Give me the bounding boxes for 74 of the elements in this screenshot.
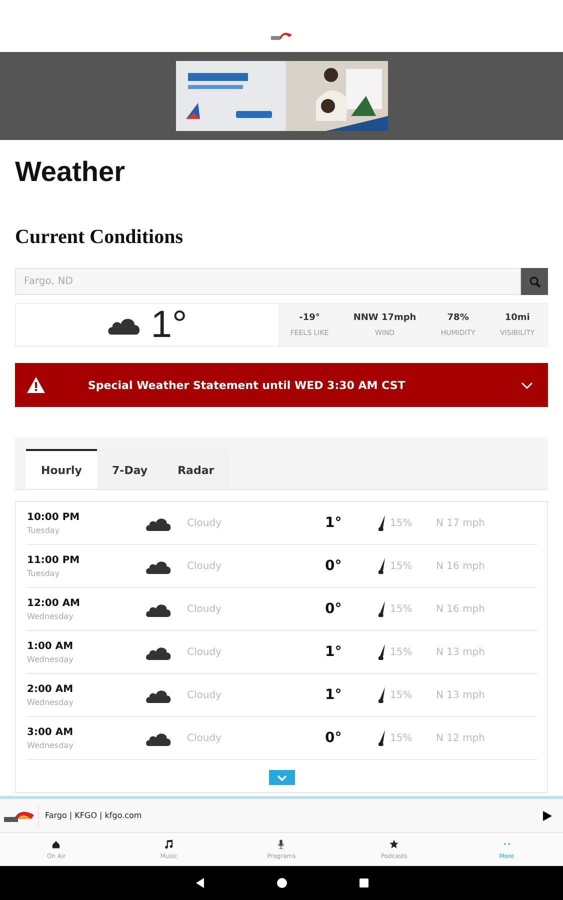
wind-text: N 12 mph <box>436 732 485 744</box>
page-title: Weather <box>15 156 126 189</box>
home-icon[interactable] <box>276 877 288 889</box>
stat-value: 10mi <box>504 313 530 323</box>
raindrop-icon <box>377 687 386 703</box>
raindrop-icon <box>377 601 386 617</box>
hour-time: 3:00 AM <box>27 726 74 738</box>
show-more-button[interactable] <box>269 770 295 785</box>
hour-temperature: 0° <box>325 730 343 746</box>
hour-time: 2:00 AM <box>27 684 74 694</box>
chevron-down-icon[interactable] <box>520 380 534 390</box>
home-icon <box>51 839 62 849</box>
precipitation-chance: 15% <box>390 732 414 744</box>
wind-text: N 16 mph <box>436 604 485 614</box>
stat-value: 78% <box>447 313 469 323</box>
cloud-icon <box>145 602 172 616</box>
cloud-icon <box>145 558 172 574</box>
star-icon <box>389 839 400 849</box>
play-button[interactable] <box>541 810 553 822</box>
hour-day: Wednesday <box>27 654 145 664</box>
wind-text: N 17 mph <box>436 518 485 528</box>
hour-day: Wednesday <box>27 740 145 750</box>
hour-temperature: 1° <box>325 687 343 703</box>
hour-temperature: 1° <box>325 644 343 660</box>
back-icon[interactable] <box>194 877 206 889</box>
station-name: Fargo | KFGO | kfgo.com <box>45 811 143 820</box>
condition-text: Cloudy <box>187 518 222 528</box>
hour-time: 1:00 AM <box>27 640 74 652</box>
hour-time: 11:00 PM <box>27 554 81 566</box>
raindrop-icon <box>377 558 386 574</box>
stat-value: NNW 17mph <box>353 313 416 323</box>
forecast-tab[interactable]: Hourly <box>26 449 97 489</box>
cloud-icon <box>145 644 172 660</box>
wind-text: N 13 mph <box>436 690 485 700</box>
search-button[interactable] <box>521 268 548 295</box>
precipitation-chance: 15% <box>390 604 414 614</box>
stat-value: -19° <box>299 313 320 323</box>
hour-temperature: 0° <box>325 601 343 617</box>
raindrop-icon <box>377 730 386 746</box>
location-search-field[interactable]: Fargo, ND <box>15 268 521 295</box>
current-temperature: 1° <box>150 304 188 346</box>
precipitation-chance: 15% <box>390 518 414 528</box>
cloud-icon <box>145 688 172 702</box>
hour-day: Tuesday <box>27 526 145 534</box>
condition-text: Cloudy <box>187 646 222 658</box>
condition-text: Cloudy <box>187 560 222 572</box>
hour-time: 10:00 PM <box>27 512 81 522</box>
raindrop-icon <box>377 515 386 531</box>
hour-time: 12:00 AM <box>27 598 82 608</box>
wind-text: N 16 mph <box>436 560 485 572</box>
cloud-icon <box>145 730 172 746</box>
cloud-icon <box>145 516 172 530</box>
condition-text: Cloudy <box>187 732 222 744</box>
warning-icon <box>27 377 45 393</box>
hour-day: Tuesday <box>27 568 145 578</box>
chevron-down-icon <box>277 774 287 780</box>
hour-temperature: 1° <box>325 515 343 531</box>
precipitation-chance: 15% <box>390 690 414 700</box>
condition-text: Cloudy <box>187 690 222 700</box>
alert-text: Special Weather Statement until WED 3:30 AM CST <box>88 378 406 392</box>
raindrop-icon <box>377 644 386 660</box>
microphone-icon <box>276 839 286 849</box>
hour-day: Wednesday <box>27 612 145 620</box>
hour-day: Wednesday <box>27 698 145 706</box>
section-title: Current Conditions <box>15 226 184 250</box>
music-note-icon <box>164 839 174 849</box>
search-icon <box>528 276 540 288</box>
condition-text: Cloudy <box>187 604 222 614</box>
hour-temperature: 0° <box>325 558 343 574</box>
recents-icon[interactable] <box>358 877 370 889</box>
weather-alert-banner[interactable]: Special Weather Statement until WED 3:30 AM CST <box>15 363 548 407</box>
wind-text: N 13 mph <box>436 646 485 658</box>
precipitation-chance: 15% <box>390 646 414 658</box>
precipitation-chance: 15% <box>390 560 414 572</box>
